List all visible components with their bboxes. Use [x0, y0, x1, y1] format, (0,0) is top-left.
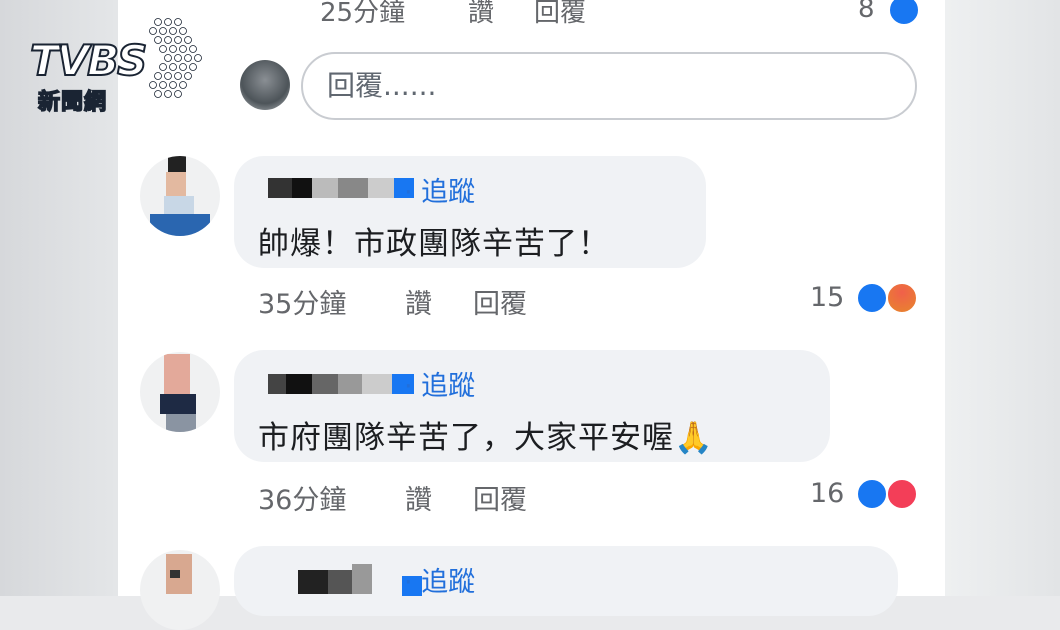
comment-bubble: · 追蹤 [234, 546, 898, 616]
follow-link[interactable]: · 追蹤 [404, 364, 475, 403]
reply-link[interactable]: 回覆 [473, 282, 527, 321]
avatar[interactable] [140, 550, 220, 630]
tvbs-logo: TVBS 新聞網 [28, 16, 213, 116]
reaction-count: 8 [858, 0, 875, 24]
comment-text: 帥爆！市政團隊辛苦了！ [258, 226, 610, 262]
logo-dot-pattern [149, 18, 202, 98]
reaction-count: 16 [810, 478, 845, 509]
angry-icon [886, 282, 918, 314]
comment-bubble: · 追蹤 市府團隊辛苦了，大家平安喔🙏 [234, 350, 830, 462]
follow-link[interactable]: · 追蹤 [404, 560, 475, 599]
reply-link[interactable]: 回覆 [473, 478, 527, 517]
avatar[interactable] [140, 156, 220, 236]
like-link[interactable]: 讚 [405, 478, 432, 517]
love-icon [886, 478, 918, 510]
timestamp: 35分鐘 [258, 289, 347, 320]
logo-subtitle: 新聞網 [37, 89, 108, 116]
reply-link[interactable]: 回覆 [534, 0, 586, 29]
reaction-count: 15 [810, 282, 845, 313]
like-icon [856, 478, 888, 510]
reply-input[interactable]: 回覆...... [301, 52, 917, 120]
like-link[interactable]: 讚 [405, 282, 432, 321]
timestamp: 25分鐘 [320, 0, 406, 28]
avatar[interactable] [140, 352, 220, 432]
follow-link[interactable]: · 追蹤 [404, 170, 475, 209]
video-right-background [945, 0, 1060, 596]
like-link[interactable]: 讚 [468, 0, 494, 29]
comment-text: 市府團隊辛苦了，大家平安喔🙏 [258, 420, 714, 456]
comment-bubble: · 追蹤 帥爆！市政團隊辛苦了！ [234, 156, 706, 268]
avatar[interactable] [240, 60, 290, 110]
logo-brand: TVBS [29, 35, 148, 86]
timestamp: 36分鐘 [258, 485, 347, 516]
like-icon [856, 282, 888, 314]
